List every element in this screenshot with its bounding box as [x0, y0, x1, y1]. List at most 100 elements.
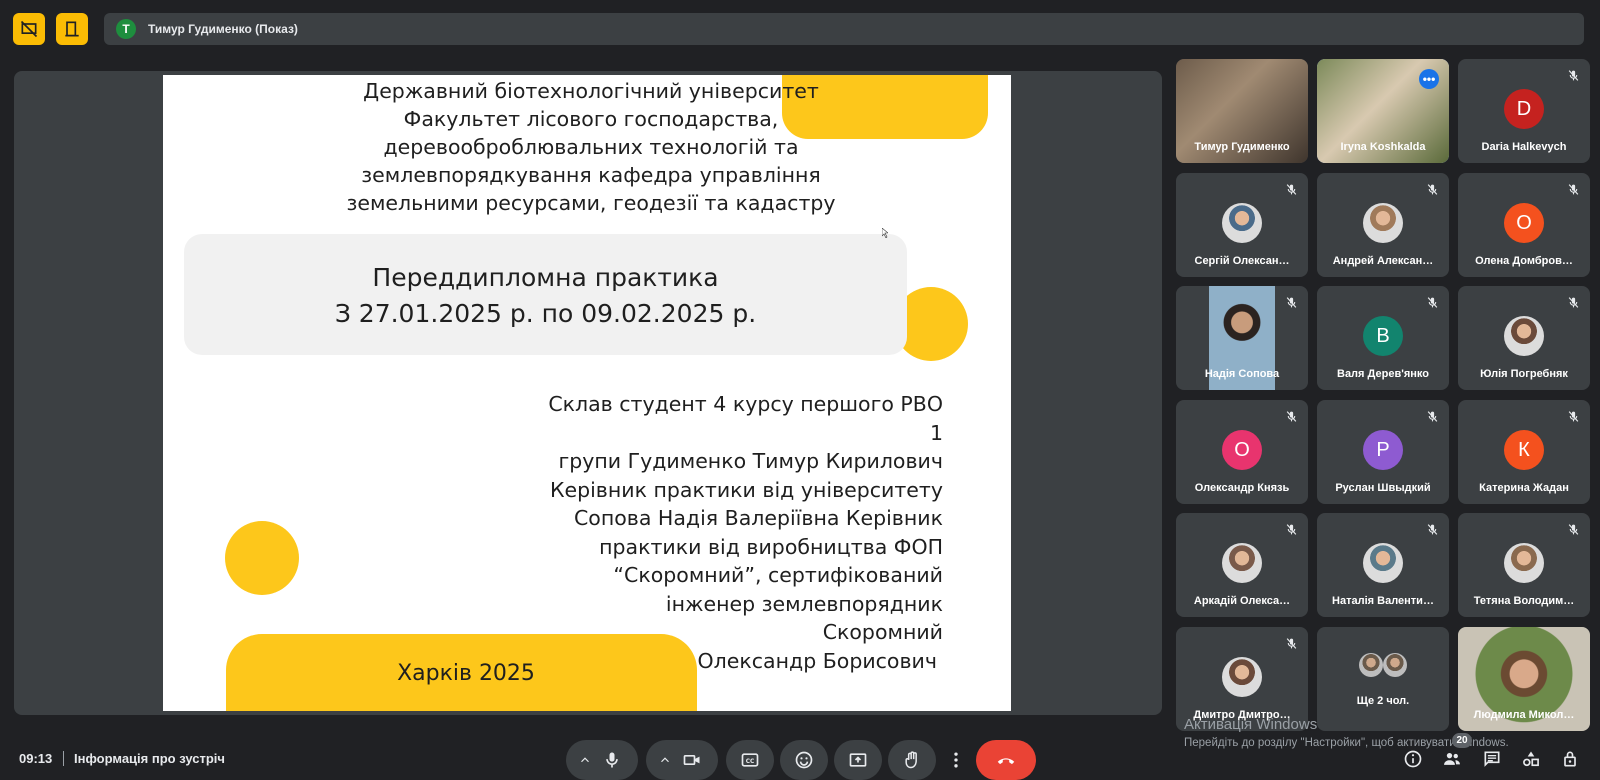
participant-avatar: [1222, 203, 1262, 243]
participant-name: Ще 2 чол.: [1356, 695, 1410, 707]
participant-tile[interactable]: Надія Сопова: [1176, 286, 1308, 390]
university-heading: Державний біотехнологічний університет Ф…: [346, 79, 836, 215]
participant-tile[interactable]: Юлія Погребняк: [1458, 286, 1590, 390]
student-info: Склав студент 4 курсу першого РВО 1 груп…: [548, 392, 943, 673]
slide-deco-circle-left: [225, 521, 299, 595]
camera-icon: [683, 755, 700, 765]
present-screen-button[interactable]: [834, 740, 882, 780]
audio-options-button[interactable]: [566, 740, 638, 780]
participant-tile[interactable]: Тетяна Володим…: [1458, 513, 1590, 617]
chat-icon[interactable]: [1482, 749, 1502, 769]
meeting-info-link[interactable]: Інформація про зустріч: [74, 751, 225, 766]
participant-tile[interactable]: Ще 2 чол.: [1317, 627, 1449, 731]
participant-avatar: О: [1504, 203, 1544, 243]
emoji-icon: [795, 751, 813, 769]
participant-tile[interactable]: D Daria Halkevych: [1458, 59, 1590, 163]
mic-off-icon: [1426, 410, 1439, 423]
info-icon[interactable]: [1403, 749, 1423, 769]
presentation-stage: Державний біотехнологічний університет Ф…: [14, 71, 1162, 715]
mouse-cursor-icon: [882, 228, 888, 238]
mic-off-icon: [1567, 183, 1580, 196]
participant-tile[interactable]: Аркадій Олекса…: [1176, 513, 1308, 617]
participant-name: Iryna Koshkalda: [1340, 141, 1426, 153]
participant-name: Юлія Погребняк: [1480, 368, 1568, 380]
participant-name: Руслан Швыдкий: [1335, 482, 1431, 494]
leave-call-button[interactable]: [976, 740, 1036, 780]
svg-text:CC: CC: [746, 759, 755, 765]
participant-avatar: [1359, 653, 1383, 677]
chevron-up-icon: [581, 757, 589, 763]
participant-avatar: [1222, 657, 1262, 697]
mic-off-icon: [1285, 183, 1298, 196]
raise-hand-button[interactable]: [888, 740, 936, 780]
participant-avatar: К: [1504, 430, 1544, 470]
participant-tile[interactable]: ••• Iryna Koshkalda: [1317, 59, 1449, 163]
participant-avatar: D: [1504, 89, 1544, 129]
chevron-up-icon: [661, 757, 669, 763]
participant-name: Тетяна Володим…: [1473, 595, 1575, 607]
practice-title-block: Переддипломна практика З 27.01.2025 р. п…: [184, 260, 907, 332]
participant-tile[interactable]: Р Руслан Швыдкий: [1317, 400, 1449, 504]
host-controls-icon[interactable]: [1560, 749, 1580, 769]
people-icon[interactable]: [1442, 749, 1462, 769]
presenter-avatar: Т: [116, 19, 136, 39]
participant-name: Олена Домбров…: [1475, 255, 1573, 267]
mic-off-icon: [1285, 296, 1298, 309]
video-options-button[interactable]: [646, 740, 718, 780]
participant-tile[interactable]: О Олена Домбров…: [1458, 173, 1590, 277]
participant-name: Daria Halkevych: [1481, 141, 1567, 153]
mic-off-icon: [1567, 296, 1580, 309]
divider: [63, 751, 64, 766]
mic-off-icon: [1426, 523, 1439, 536]
participant-avatar: [1504, 316, 1544, 356]
mic-off-icon: [1285, 523, 1298, 536]
participant-avatar: О: [1222, 430, 1262, 470]
captions-button[interactable]: CC: [726, 740, 774, 780]
participant-avatar: [1363, 543, 1403, 583]
participant-tile[interactable]: Наталія Валенти…: [1317, 513, 1449, 617]
participant-avatar: В: [1363, 316, 1403, 356]
door-icon: [65, 21, 79, 37]
clock: 09:13: [19, 751, 53, 766]
participant-avatar: Р: [1363, 430, 1403, 470]
more-options-button[interactable]: [942, 740, 970, 780]
speaking-indicator-icon: •••: [1419, 69, 1439, 89]
participant-name: Тимур Гудименко: [1194, 141, 1290, 153]
participant-name: Наталія Валенти…: [1332, 595, 1434, 607]
closed-captions-icon: CC: [741, 753, 759, 767]
mic-off-icon: [1567, 69, 1580, 82]
activities-icon[interactable]: [1521, 749, 1541, 769]
presentation-slide: Державний біотехнологічний університет Ф…: [163, 75, 1011, 711]
hand-icon: [905, 751, 917, 769]
mic-off-icon: [1567, 410, 1580, 423]
mic-off-icon: [1285, 410, 1298, 423]
phone-hangup-icon: [997, 758, 1015, 765]
participant-tile[interactable]: Сергій Олексан…: [1176, 173, 1308, 277]
reactions-button[interactable]: [780, 740, 828, 780]
people-count-badge: 20: [1452, 733, 1472, 748]
participant-name: Людмила Микол…: [1473, 709, 1575, 721]
participant-tile[interactable]: К Катерина Жадан: [1458, 400, 1590, 504]
microphone-icon: [606, 752, 618, 768]
practice-title: Переддипломна практика: [372, 263, 719, 292]
participant-avatar: [1363, 203, 1403, 243]
participant-name: Сергій Олексан…: [1194, 255, 1290, 267]
presentation-off-icon: [20, 20, 38, 38]
mic-off-icon: [1285, 637, 1298, 650]
city-year: Харків 2025: [397, 661, 535, 686]
leave-presentation-button[interactable]: [56, 13, 88, 45]
participant-name: Валя Дерев'янко: [1337, 368, 1429, 380]
participant-tile[interactable]: Тимур Гудименко: [1176, 59, 1308, 163]
participant-name: Надія Сопова: [1204, 368, 1280, 380]
participant-tile[interactable]: Людмила Микол…: [1458, 627, 1590, 731]
participant-tile[interactable]: О Олександр Князь: [1176, 400, 1308, 504]
mic-off-icon: [1567, 523, 1580, 536]
presenter-bar: Т Тимур Гудименко (Показ): [104, 13, 1584, 45]
mic-off-icon: [1426, 296, 1439, 309]
participant-avatar: [1222, 543, 1262, 583]
participant-name: Катерина Жадан: [1479, 482, 1569, 494]
hide-captions-button[interactable]: [13, 13, 45, 45]
participant-tile[interactable]: В Валя Дерев'янко: [1317, 286, 1449, 390]
participant-tile[interactable]: Андрей Алексан…: [1317, 173, 1449, 277]
participant-name: Олександр Князь: [1194, 482, 1290, 494]
